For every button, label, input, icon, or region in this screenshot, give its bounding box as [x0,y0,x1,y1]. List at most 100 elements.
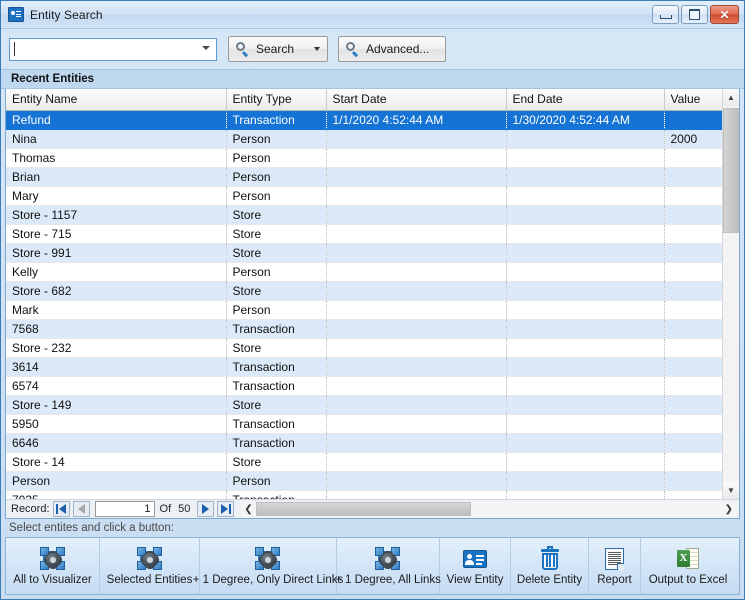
table-row[interactable]: PersonPerson [6,471,722,490]
previous-record-button[interactable] [73,501,90,517]
cell-entity-type[interactable]: Transaction [226,376,326,395]
table-row[interactable]: 7568Transaction [6,319,722,338]
column-header-end-date[interactable]: End Date [506,89,664,110]
cell-entity-name[interactable]: Kelly [6,262,226,281]
cell-end-date[interactable] [506,433,664,452]
cell-end-date[interactable] [506,186,664,205]
cell-entity-name[interactable]: Store - 14 [6,452,226,471]
column-header-entity-type[interactable]: Entity Type [226,89,326,110]
cell-start-date[interactable] [326,376,506,395]
last-record-button[interactable] [217,501,234,517]
cell-value[interactable] [664,148,722,167]
cell-value[interactable] [664,452,722,471]
cell-value[interactable] [664,167,722,186]
cell-start-date[interactable] [326,319,506,338]
horizontal-scroll-track[interactable] [256,502,721,516]
cell-end-date[interactable] [506,490,664,499]
cell-entity-type[interactable]: Store [226,243,326,262]
chevron-down-icon[interactable] [202,45,211,54]
cell-start-date[interactable] [326,414,506,433]
toolbar-button-output-to-excel[interactable]: XOutput to Excel [641,538,735,594]
scroll-right-arrow-icon[interactable]: ❯ [721,504,737,515]
cell-start-date[interactable] [326,167,506,186]
cell-entity-type[interactable]: Transaction [226,414,326,433]
cell-entity-name[interactable]: 7568 [6,319,226,338]
minimize-button[interactable] [652,5,679,24]
cell-entity-name[interactable]: 3614 [6,357,226,376]
column-header-entity-name[interactable]: Entity Name [6,89,226,110]
cell-entity-type[interactable]: Person [226,300,326,319]
cell-end-date[interactable] [506,205,664,224]
cell-entity-type[interactable]: Transaction [226,357,326,376]
cell-entity-type[interactable]: Store [226,205,326,224]
cell-end-date[interactable] [506,224,664,243]
cell-start-date[interactable] [326,338,506,357]
cell-start-date[interactable] [326,452,506,471]
table-row[interactable]: Store - 991Store [6,243,722,262]
next-record-button[interactable] [197,501,214,517]
cell-value[interactable] [664,262,722,281]
search-button[interactable]: Search [228,36,328,62]
cell-value[interactable] [664,357,722,376]
cell-value[interactable] [664,300,722,319]
cell-end-date[interactable] [506,414,664,433]
first-record-button[interactable] [53,501,70,517]
cell-value[interactable] [664,338,722,357]
cell-start-date[interactable] [326,243,506,262]
cell-value[interactable] [664,395,722,414]
cell-entity-type[interactable]: Person [226,471,326,490]
cell-value[interactable] [664,433,722,452]
cell-entity-name[interactable]: Mark [6,300,226,319]
cell-start-date[interactable] [326,129,506,148]
cell-entity-type[interactable]: Person [226,186,326,205]
current-record-input[interactable]: 1 [95,501,155,517]
cell-entity-type[interactable]: Store [226,452,326,471]
toolbar-button-1-degree-only-direct-links[interactable]: + 1 Degree, Only Direct Links [200,538,337,594]
title-bar[interactable]: Entity Search ✕ [1,1,744,29]
cell-entity-type[interactable]: Person [226,148,326,167]
table-row[interactable]: ThomasPerson [6,148,722,167]
cell-end-date[interactable]: 1/30/2020 4:52:44 AM [506,110,664,129]
cell-entity-name[interactable]: Person [6,471,226,490]
cell-start-date[interactable] [326,281,506,300]
cell-value[interactable] [664,224,722,243]
table-row[interactable]: RefundTransaction1/1/2020 4:52:44 AM1/30… [6,110,722,129]
search-combobox[interactable] [9,38,217,61]
cell-entity-type[interactable]: Store [226,224,326,243]
table-row[interactable]: 7035Transaction [6,490,722,499]
cell-value[interactable] [664,471,722,490]
cell-start-date[interactable] [326,262,506,281]
vertical-scroll-thumb[interactable] [723,108,739,233]
vertical-scrollbar[interactable]: ▲ ▼ [722,89,739,499]
cell-value[interactable] [664,376,722,395]
cell-end-date[interactable] [506,395,664,414]
cell-start-date[interactable]: 1/1/2020 4:52:44 AM [326,110,506,129]
search-input[interactable] [15,40,195,58]
cell-end-date[interactable] [506,148,664,167]
cell-entity-name[interactable]: Store - 682 [6,281,226,300]
table-row[interactable]: Store - 232Store [6,338,722,357]
cell-value[interactable] [664,243,722,262]
toolbar-button-all-to-visualizer[interactable]: All to Visualizer [6,538,100,594]
table-row[interactable]: Store - 715Store [6,224,722,243]
cell-end-date[interactable] [506,243,664,262]
table-row[interactable]: Store - 1157Store [6,205,722,224]
cell-entity-name[interactable]: Thomas [6,148,226,167]
cell-entity-name[interactable]: 6574 [6,376,226,395]
cell-entity-name[interactable]: 7035 [6,490,226,499]
cell-start-date[interactable] [326,224,506,243]
cell-entity-name[interactable]: Nina [6,129,226,148]
vertical-scroll-track[interactable] [723,106,739,482]
cell-start-date[interactable] [326,471,506,490]
table-row[interactable]: NinaPerson2000 [6,129,722,148]
cell-end-date[interactable] [506,338,664,357]
cell-end-date[interactable] [506,300,664,319]
maximize-button[interactable] [681,5,708,24]
table-row[interactable]: 6646Transaction [6,433,722,452]
cell-end-date[interactable] [506,129,664,148]
cell-value[interactable] [664,490,722,499]
cell-end-date[interactable] [506,262,664,281]
cell-entity-name[interactable]: Mary [6,186,226,205]
chevron-down-icon[interactable] [314,47,320,51]
cell-value[interactable] [664,319,722,338]
